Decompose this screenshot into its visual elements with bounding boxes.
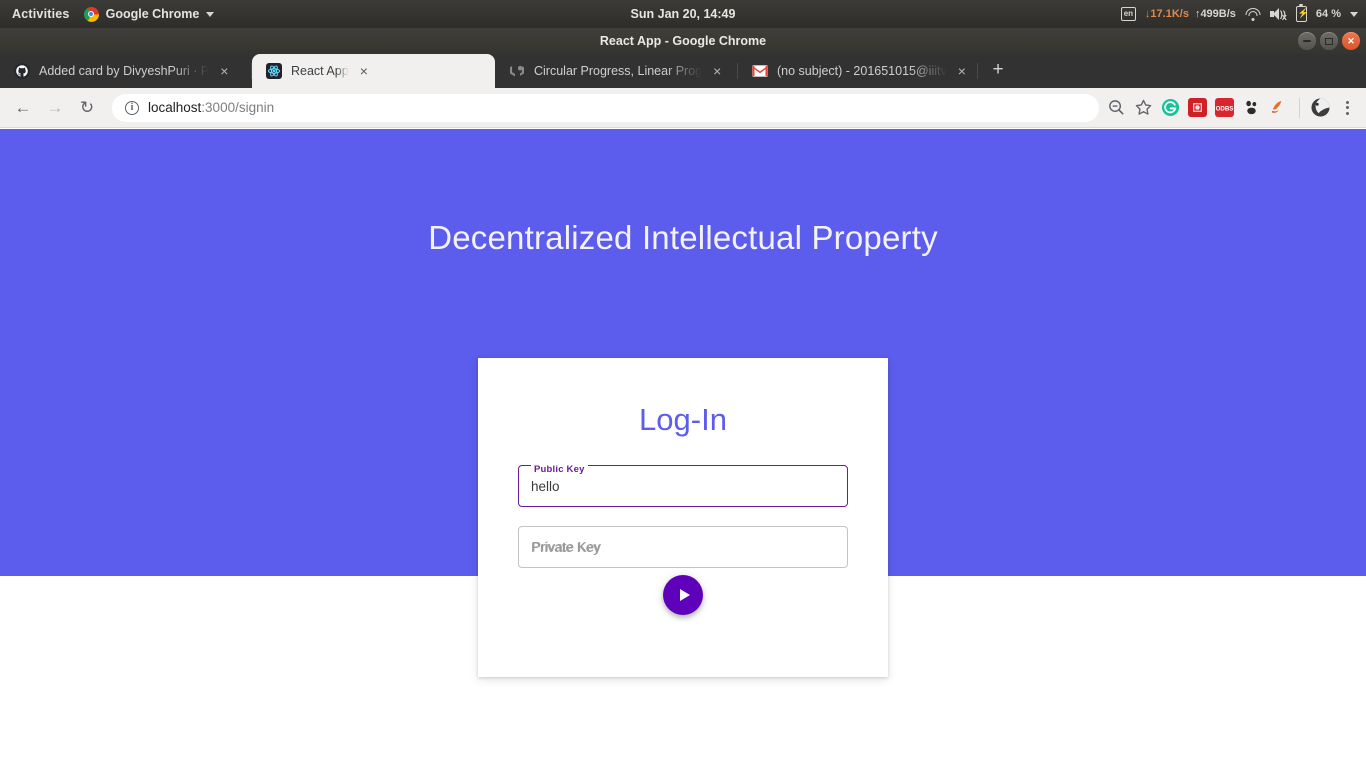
odbs-extension-icon[interactable]: ODBS [1215, 98, 1234, 117]
tab-title: (no subject) - 201651015@iiitv [777, 64, 947, 78]
gnome-top-bar: Activities Google Chrome Sun Jan 20, 14:… [0, 0, 1366, 28]
zoom-out-icon[interactable] [1107, 98, 1126, 117]
bookmark-star-icon[interactable] [1134, 98, 1153, 117]
wifi-icon[interactable] [1245, 7, 1261, 21]
gnome-extension-icon[interactable] [1242, 98, 1261, 117]
page-title: Decentralized Intellectual Property [428, 219, 938, 256]
download-speed: ↓17.1K/s [1144, 8, 1189, 20]
network-speed-indicator: ↓17.1K/s ↑499B/s [1145, 8, 1236, 20]
forward-button[interactable]: → [40, 93, 70, 123]
public-key-field-wrapper: Public Key Public Key [518, 464, 848, 507]
red-extension-icon[interactable] [1188, 98, 1207, 117]
url-text: localhost:3000/signin [148, 100, 274, 115]
battery-percent-label: 64 % [1315, 8, 1341, 20]
tab-title: React App [291, 64, 349, 78]
back-button[interactable]: ← [8, 93, 38, 123]
volume-muted-icon[interactable]: )) x [1269, 7, 1287, 22]
url-path: :3000/signin [201, 100, 275, 115]
svg-text:ODBS: ODBS [1216, 105, 1234, 112]
profile-avatar[interactable] [1311, 98, 1330, 117]
close-tab-button[interactable]: × [220, 64, 228, 78]
tab-title: Added card by DivyeshPuri · P [39, 64, 210, 78]
minimize-button[interactable] [1298, 32, 1316, 50]
github-icon [14, 63, 30, 79]
tab-material-ui[interactable]: Circular Progress, Linear Prog × [495, 54, 738, 88]
maximize-button[interactable] [1320, 32, 1338, 50]
login-heading: Log-In [639, 402, 727, 437]
grammarly-icon[interactable] [1161, 98, 1180, 117]
tab-github[interactable]: Added card by DivyeshPuri · P × [0, 54, 252, 88]
public-key-input[interactable] [518, 465, 848, 507]
new-tab-button[interactable]: + [984, 57, 1012, 85]
chrome-icon [83, 6, 99, 22]
keyboard-layout-icon[interactable]: en [1120, 7, 1136, 21]
system-menu-chevron-icon[interactable] [1350, 11, 1358, 17]
close-tab-button[interactable]: × [360, 64, 368, 78]
private-key-input[interactable] [518, 526, 848, 568]
url-host: localhost [148, 100, 202, 115]
browser-toolbar: ← → ↻ i localhost:3000/signin ODBS [0, 88, 1366, 128]
tab-strip: Added card by DivyeshPuri · P × React Ap… [0, 54, 1366, 88]
window-controls: ✕ [1298, 32, 1360, 50]
play-arrow-icon [679, 589, 690, 601]
toolbar-divider [1299, 97, 1300, 118]
toolbar-icons: ODBS [1107, 97, 1358, 118]
system-tray: en ↓17.1K/s ↑499B/s ))x 64 % [1120, 0, 1358, 28]
react-icon [266, 63, 282, 79]
app-menu-label: Google Chrome [105, 7, 200, 21]
orange-extension-icon[interactable] [1269, 98, 1288, 117]
private-key-field-wrapper: Private Key Private Key [518, 526, 848, 568]
app-menu-button[interactable]: Google Chrome [83, 6, 215, 22]
activities-button[interactable]: Activities [0, 7, 84, 21]
chevron-down-icon [206, 11, 215, 17]
tab-gmail[interactable]: (no subject) - 201651015@iiitv × [738, 54, 978, 88]
close-window-button[interactable]: ✕ [1342, 32, 1360, 50]
login-card: Log-In Public Key Public Key Private Key [478, 358, 888, 677]
public-key-field[interactable]: Public Key Public Key [518, 464, 848, 507]
window-title: React App - Google Chrome [599, 34, 767, 48]
page-content: Decentralized Intellectual Property Log-… [0, 129, 1366, 768]
battery-charging-icon[interactable] [1295, 4, 1309, 22]
submit-button[interactable] [663, 575, 703, 615]
private-key-field[interactable]: Private Key Private Key [518, 526, 848, 568]
address-bar[interactable]: i localhost:3000/signin [112, 93, 1099, 122]
close-tab-button[interactable]: × [958, 64, 966, 78]
close-tab-button[interactable]: × [713, 64, 721, 78]
material-ui-icon [510, 65, 524, 77]
reload-button[interactable]: ↻ [72, 93, 102, 123]
window-titlebar: React App - Google Chrome ✕ [0, 28, 1366, 54]
tab-title: Circular Progress, Linear Prog [534, 64, 703, 78]
upload-speed: ↑499B/s [1194, 8, 1236, 20]
chrome-menu-icon[interactable] [1338, 100, 1356, 115]
site-info-icon[interactable]: i [125, 100, 139, 115]
gmail-icon [752, 65, 768, 77]
tab-react-app[interactable]: React App × [252, 54, 495, 88]
